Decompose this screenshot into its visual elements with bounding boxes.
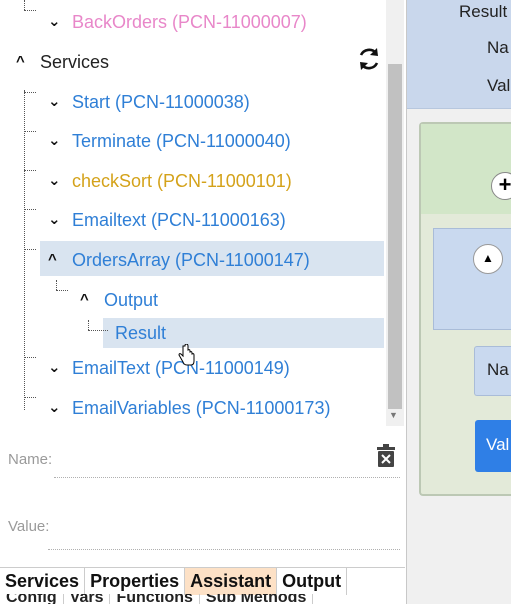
tree-connector: [24, 131, 36, 132]
tab-output[interactable]: Output: [277, 568, 348, 595]
tree-connector: [24, 90, 25, 410]
tree-node-label: Result: [115, 323, 167, 343]
value-field-label: Value:: [8, 518, 50, 535]
services-tree: ⌄ BackOrders (PCN-11000007) ^ Services ⌄…: [0, 0, 386, 430]
name-field-label: Name:: [8, 451, 53, 468]
value-button-label: Val: [486, 435, 510, 454]
tab-properties[interactable]: Properties: [85, 568, 186, 595]
name-box-label: Na: [487, 360, 509, 379]
value-field[interactable]: [48, 549, 400, 550]
scrollbar-thumb[interactable]: [388, 64, 402, 409]
tree-connector: [56, 280, 57, 290]
tab-vars[interactable]: Vars: [64, 594, 111, 604]
value-button[interactable]: Val: [475, 420, 511, 472]
result-node-card[interactable]: Result Na Val: [407, 0, 511, 109]
name-field[interactable]: [54, 477, 400, 478]
inner-card: [433, 228, 511, 330]
chevron-up-icon[interactable]: ^: [80, 286, 100, 314]
chevron-up-icon[interactable]: ▲: [473, 244, 503, 274]
chevron-down-icon[interactable]: ⌄: [48, 394, 68, 422]
tree-node-label: Emailtext (PCN-11000163): [72, 210, 286, 230]
designer-panel: Result Na Val + ▲ Na Val: [406, 0, 511, 604]
tree-node-label: Services: [40, 52, 110, 72]
chevron-up-icon[interactable]: ^: [16, 48, 36, 76]
result-node-title: Result: [459, 2, 508, 21]
name-short-label: Na: [487, 38, 509, 57]
tab-functions[interactable]: Functions: [110, 594, 200, 604]
chevron-down-icon[interactable]: ⌄: [48, 88, 68, 116]
tree-connector: [24, 10, 36, 11]
plus-icon[interactable]: +: [491, 172, 511, 200]
tab-services[interactable]: Services: [0, 568, 86, 595]
tree-node-label: BackOrders (PCN-11000007): [72, 12, 307, 32]
tree-connector: [24, 92, 36, 93]
tab-assistant[interactable]: Assistant: [185, 568, 278, 595]
chevron-down-icon[interactable]: ⌄: [48, 127, 68, 155]
chevron-down-icon[interactable]: ⌄: [48, 167, 68, 195]
tree-connector: [56, 290, 68, 291]
tree-connector: [24, 0, 25, 10]
tree-node-label: EmailVariables (PCN-11000173): [72, 398, 331, 418]
tree-connector: [24, 357, 36, 358]
method-card-header: [421, 124, 511, 214]
chevron-down-icon[interactable]: ⌄: [48, 206, 68, 234]
chevron-up-icon[interactable]: ^: [48, 246, 68, 274]
tree-connector: [24, 249, 36, 250]
tab-config[interactable]: Config: [0, 594, 64, 604]
tab-sub-methods[interactable]: Sub Methods: [200, 594, 314, 604]
tree-node-label: checkSort (PCN-11000101): [72, 171, 292, 191]
tree-node-label: Terminate (PCN-11000040): [72, 131, 291, 151]
trash-icon[interactable]: [375, 444, 397, 468]
hand-cursor-icon: [178, 344, 195, 366]
tree-node-label: Output: [104, 290, 159, 310]
name-box[interactable]: Na: [474, 346, 511, 396]
tree-connector: [88, 330, 108, 331]
tree-node-label: Start (PCN-11000038): [72, 92, 250, 112]
chevron-down-icon[interactable]: ⌄: [48, 8, 68, 36]
tree-connector: [24, 170, 36, 171]
scroll-down-arrow-icon[interactable]: ▼: [389, 410, 398, 420]
bottom-tabs-row2: Config Vars Functions Sub Methods: [0, 594, 405, 604]
tree-panel: ⌄ BackOrders (PCN-11000007) ^ Services ⌄…: [0, 0, 405, 604]
tree-connector: [24, 397, 36, 398]
tree-node-label: OrdersArray (PCN-11000147): [72, 250, 310, 270]
tree-connector: [88, 320, 89, 330]
tree-connector: [24, 209, 36, 210]
bottom-tabs: Services Properties Assistant Output: [0, 567, 405, 595]
value-short-label: Val: [487, 76, 511, 95]
refresh-icon[interactable]: [356, 46, 382, 72]
chevron-down-icon[interactable]: ⌄: [48, 354, 68, 382]
